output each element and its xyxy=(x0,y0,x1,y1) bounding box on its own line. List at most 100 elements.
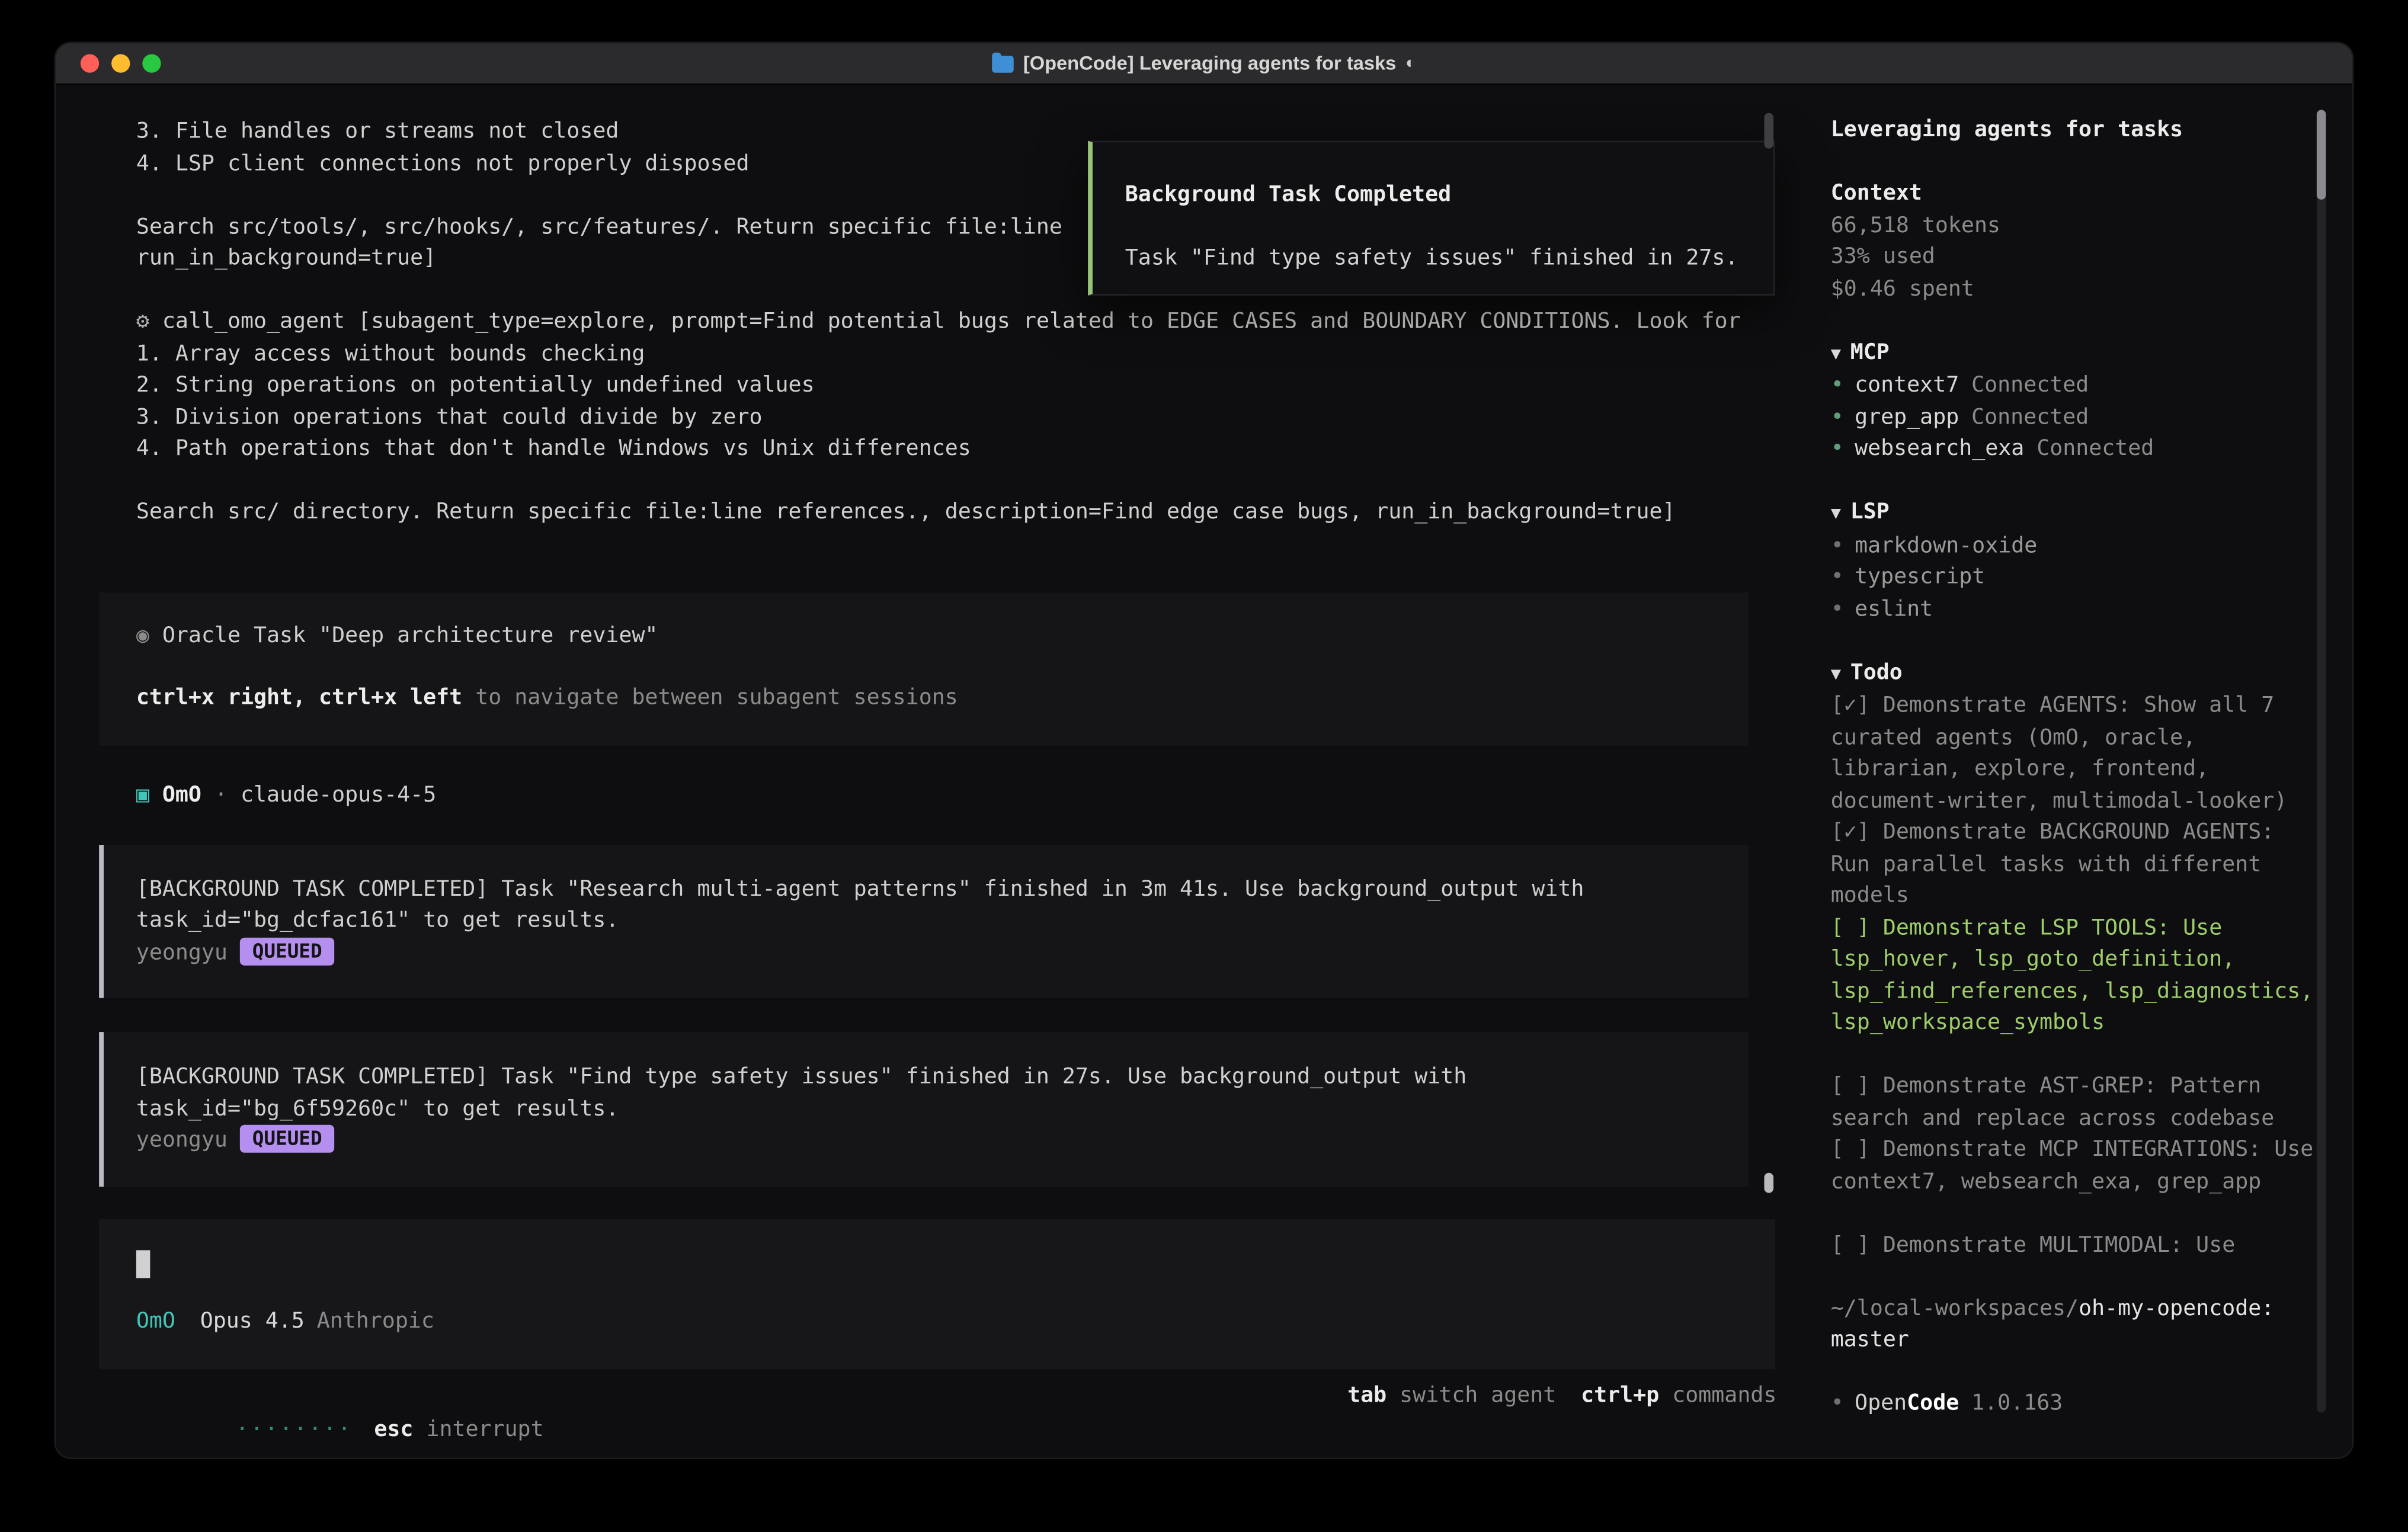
window-title-group: [OpenCode] Leveraging agents for tasks ◐ xyxy=(992,53,1416,75)
workspace-branch: master xyxy=(1831,1325,2314,1357)
context-tokens: 66,518 tokens xyxy=(1831,210,2314,242)
message-author: yeongyu xyxy=(136,1128,228,1153)
input-provider: Anthropic xyxy=(317,1309,434,1334)
zoom-button[interactable] xyxy=(142,54,161,72)
context-used: 33% used xyxy=(1831,241,2314,273)
prompt-input[interactable]: OmOOpus 4.5Anthropic xyxy=(99,1219,1775,1368)
bullet-icon: • xyxy=(1831,565,1844,589)
esc-key-hint: esc xyxy=(374,1417,413,1442)
tool-call-item: 4. Path operations that don't handle Win… xyxy=(56,433,1808,465)
message-author: yeongyu xyxy=(136,940,228,965)
oracle-icon: ◉ xyxy=(136,623,149,648)
mcp-section-header[interactable]: ▼ MCP xyxy=(1831,336,2314,370)
tab-key-hint: tab xyxy=(1347,1383,1386,1408)
queued-badge: QUEUED xyxy=(240,937,335,964)
tab-action-label: switch agent xyxy=(1386,1383,1556,1408)
todo-item: [✓] Demonstrate AGENTS: Show all 7 curat… xyxy=(1831,690,2314,817)
workspace-path: ~/local-workspaces/ xyxy=(1831,1296,2079,1321)
tool-call-header: ⚙ call_omo_agent [subagent_type=explore,… xyxy=(56,306,1808,338)
message-text: [BACKGROUND TASK COMPLETED] Task "Find t… xyxy=(136,1062,1749,1094)
lsp-item: •markdown-oxide xyxy=(1831,530,2314,562)
window-title: [OpenCode] Leveraging agents for tasks xyxy=(1023,53,1397,75)
context-spent: $0.46 spent xyxy=(1831,273,2314,305)
input-agent-name: OmO xyxy=(136,1309,175,1334)
folder-icon xyxy=(992,55,1014,72)
message-text: task_id="bg_dcfac161" to get results. xyxy=(136,905,1749,937)
todo-section: ▼ Todo [✓] Demonstrate AGENTS: Show all 7… xyxy=(1831,657,2314,1261)
lsp-section: ▼LSP •markdown-oxide •typescript •eslint xyxy=(1831,496,2314,625)
status-dot-icon: • xyxy=(1831,437,1844,461)
agent-separator: · xyxy=(201,782,241,807)
todo-item: [✓] Demonstrate BACKGROUND AGENTS: Run p… xyxy=(1831,817,2314,912)
status-right-group: tab switch agent ctrl+p commands xyxy=(1347,1379,1776,1412)
bullet-icon: • xyxy=(1831,533,1844,558)
tool-call-item: 1. Array access without bounds checking xyxy=(56,338,1808,370)
message-block: [BACKGROUND TASK COMPLETED] Task "Find t… xyxy=(99,1032,1749,1186)
session-title: Leveraging agents for tasks xyxy=(1831,114,2314,146)
chevron-down-icon: ▼ xyxy=(1831,663,1841,683)
agent-header: ▣ OmO · claude-opus-4-5 xyxy=(56,779,1808,811)
status-bar: ········esc interrupt tab switch agentct… xyxy=(56,1379,1808,1412)
workspace-info: ~/local-workspaces/oh-my-opencode: master xyxy=(1831,1293,2314,1356)
mcp-heading: MCP xyxy=(1850,339,1890,364)
chevron-down-icon: ▼ xyxy=(1831,343,1841,363)
minimize-button[interactable] xyxy=(111,54,130,72)
agent-model: claude-opus-4-5 xyxy=(241,782,436,807)
oracle-hint-keys: ctrl+x right, ctrl+x left xyxy=(136,685,462,710)
status-dot-icon: • xyxy=(1831,373,1844,398)
opencode-window: [OpenCode] Leveraging agents for tasks ◐… xyxy=(56,43,2352,1457)
mcp-section: ▼MCP •context7Connected •grep_appConnect… xyxy=(1831,336,2314,465)
ctrlp-key-hint: ctrl+p xyxy=(1581,1383,1659,1408)
chevron-down-icon: ▼ xyxy=(1831,503,1841,523)
oracle-task-panel: ◉ Oracle Task "Deep architecture review"… xyxy=(99,592,1749,745)
context-heading: Context xyxy=(1831,178,2314,210)
oracle-hint-text: to navigate between subagent sessions xyxy=(462,685,958,710)
conversation-scrollbar-thumb[interactable] xyxy=(1764,1173,1773,1193)
bullet-icon: • xyxy=(1831,1391,1844,1416)
context-section: Context 66,518 tokens 33% used $0.46 spe… xyxy=(1831,178,2314,305)
todo-heading: Todo xyxy=(1850,660,1903,685)
traffic-lights xyxy=(81,43,161,84)
window-body: 3. File handles or streams not closed 4.… xyxy=(56,85,2352,1458)
mcp-status: Connected xyxy=(1971,373,2089,398)
titlebar: [OpenCode] Leveraging agents for tasks ◐ xyxy=(56,43,2352,85)
input-cursor-row xyxy=(136,1249,1775,1281)
lsp-section-header[interactable]: ▼LSP xyxy=(1831,496,2314,530)
sidebar[interactable]: Leveraging agents for tasks Context 66,5… xyxy=(1808,85,2352,1458)
input-model-row: OmOOpus 4.5Anthropic xyxy=(136,1306,1775,1338)
todo-item: [ ] Demonstrate MULTIMODAL: Use xyxy=(1831,1229,2314,1261)
todo-item: [ ] Demonstrate MCP INTEGRATIONS: Use co… xyxy=(1831,1134,2314,1197)
todo-item-active: [ ] Demonstrate LSP TOOLS: Use lsp_hover… xyxy=(1831,912,2314,1039)
mcp-status: Connected xyxy=(2036,437,2154,461)
oracle-hint-row: ctrl+x right, ctrl+x left to navigate be… xyxy=(136,682,1749,714)
toast-body: Task "Find type safety issues" finished … xyxy=(1125,242,1773,274)
brand-open: Open xyxy=(1855,1391,1907,1416)
toast-notification: Background Task Completed Task "Find typ… xyxy=(1088,141,1775,296)
message-block: [BACKGROUND TASK COMPLETED] Task "Resear… xyxy=(99,844,1749,998)
lsp-item: •eslint xyxy=(1831,594,2314,626)
brand-code: Code xyxy=(1907,1391,1959,1416)
todo-section-header[interactable]: ▼ Todo xyxy=(1831,657,2314,690)
notification-scrollbar-thumb[interactable] xyxy=(1764,113,1773,149)
text-cursor xyxy=(136,1249,150,1277)
app-version: 1.0.163 xyxy=(1971,1391,2063,1416)
gear-icon: ⚙ xyxy=(136,309,149,334)
tool-call-item: 2. String operations on potentially unde… xyxy=(56,370,1808,402)
mcp-status: Connected xyxy=(1971,405,2089,430)
oracle-title-row: ◉ Oracle Task "Deep architecture review" xyxy=(136,620,1749,652)
close-button[interactable] xyxy=(81,54,99,72)
agent-name: OmO xyxy=(149,782,201,807)
message-meta: yeongyu QUEUED xyxy=(136,937,1749,969)
mcp-item: •websearch_exaConnected xyxy=(1831,433,2314,465)
ctrlp-action-label: commands xyxy=(1659,1383,1776,1408)
version-row: • OpenCode 1.0.163 xyxy=(1831,1388,2314,1420)
message-text: task_id="bg_6f59260c" to get results. xyxy=(136,1093,1749,1125)
status-dot-icon: • xyxy=(1831,405,1844,430)
agent-icon: ▣ xyxy=(136,782,149,807)
mcp-item: •context7Connected xyxy=(1831,370,2314,402)
working-spinner: ········ xyxy=(236,1417,353,1442)
todo-item: [ ] Demonstrate AST-GREP: Pattern search… xyxy=(1831,1071,2314,1134)
message-meta: yeongyu QUEUED xyxy=(136,1125,1749,1157)
queued-badge: QUEUED xyxy=(240,1125,335,1153)
workspace-repo: oh-my-opencode: xyxy=(2079,1296,2274,1321)
